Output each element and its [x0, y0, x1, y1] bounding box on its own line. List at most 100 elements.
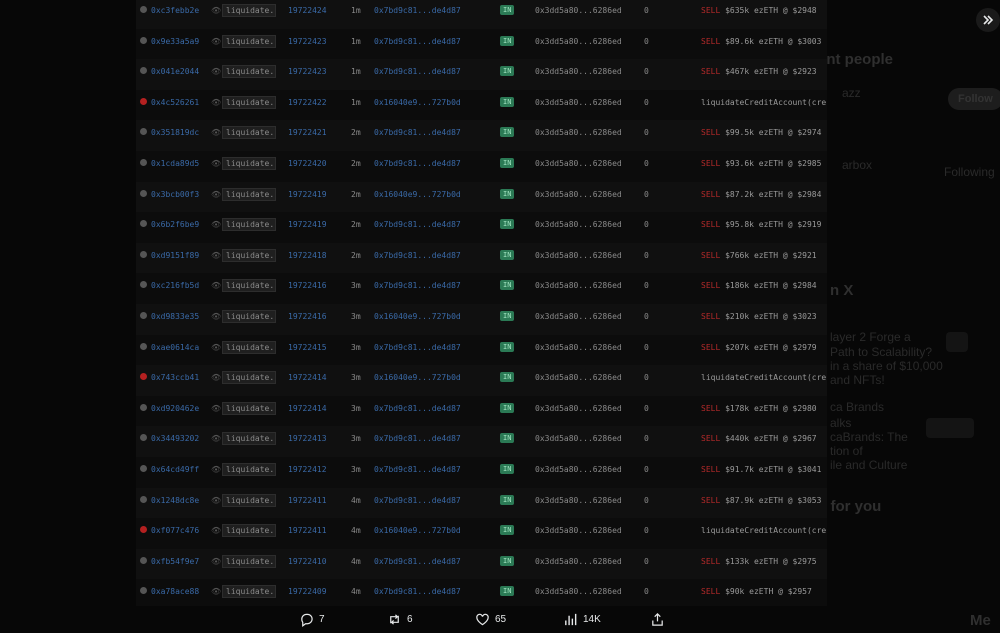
tx-hash-link[interactable]: 0x1248dc8e: [151, 496, 199, 505]
like-button[interactable]: 65: [475, 612, 506, 627]
block-link[interactable]: 19722420: [288, 159, 327, 168]
tx-hash-link[interactable]: 0xd9151f89: [151, 251, 199, 260]
from-address-link[interactable]: 0x7bd9c81...de4d87: [374, 67, 461, 76]
preview-eye-icon[interactable]: 👁︎: [211, 220, 221, 229]
block-link[interactable]: 19722416: [288, 312, 327, 321]
from-address-link[interactable]: 0x7bd9c81...de4d87: [374, 434, 461, 443]
block-link[interactable]: 19722424: [288, 6, 327, 15]
preview-eye-icon[interactable]: 👁︎: [211, 373, 221, 382]
preview-eye-icon[interactable]: 👁︎: [211, 281, 221, 290]
tx-hash-link[interactable]: 0xa78ace88: [151, 587, 199, 596]
to-address[interactable]: 0x3dd5a80...6286ed: [535, 557, 622, 566]
to-address[interactable]: 0x3dd5a80...6286ed: [535, 281, 622, 290]
table-row[interactable]: 0xfb54f9e7 👁︎liquidate... 19722410 4m 0x7bd9…: [136, 548, 827, 580]
preview-eye-icon[interactable]: 👁︎: [211, 434, 221, 443]
tx-hash-link[interactable]: 0x9e33a5a9: [151, 37, 199, 46]
table-row[interactable]: 0xd9833e35 👁︎liquidate... 19722416 3m 0x1604…: [136, 304, 827, 335]
preview-eye-icon[interactable]: 👁︎: [211, 6, 221, 15]
from-address-link[interactable]: 0x16040e9...727b0d: [374, 373, 461, 382]
table-row[interactable]: 0xa78ace88 👁︎liquidate... 19722409 4m 0x7bd9…: [136, 579, 827, 606]
from-address-link[interactable]: 0x16040e9...727b0d: [374, 98, 461, 107]
block-link[interactable]: 19722422: [288, 98, 327, 107]
table-row[interactable]: 0x743ccb41 👁︎liquidate... 19722414 3m 0x1604…: [136, 365, 827, 396]
to-address[interactable]: 0x3dd5a80...6286ed: [535, 251, 622, 260]
table-row[interactable]: 0x041e2044 👁︎liquidate... 19722423 1m 0x7bd9…: [136, 59, 827, 90]
preview-eye-icon[interactable]: 👁︎: [211, 404, 221, 413]
preview-eye-icon[interactable]: 👁︎: [211, 465, 221, 474]
from-address-link[interactable]: 0x7bd9c81...de4d87: [374, 37, 461, 46]
from-address-link[interactable]: 0x7bd9c81...de4d87: [374, 281, 461, 290]
block-link[interactable]: 19722410: [288, 557, 327, 566]
block-link[interactable]: 19722416: [288, 281, 327, 290]
table-row[interactable]: 0x34493202 👁︎liquidate... 19722413 3m 0x7bd9…: [136, 426, 827, 457]
tx-hash-link[interactable]: 0xc3febb2e: [151, 6, 199, 15]
to-address[interactable]: 0x3dd5a80...6286ed: [535, 159, 622, 168]
from-address-link[interactable]: 0x7bd9c81...de4d87: [374, 496, 461, 505]
to-address[interactable]: 0x3dd5a80...6286ed: [535, 343, 622, 352]
to-address[interactable]: 0x3dd5a80...6286ed: [535, 312, 622, 321]
from-address-link[interactable]: 0x16040e9...727b0d: [374, 312, 461, 321]
table-row[interactable]: 0x1cda89d5 👁︎liquidate... 19722420 2m 0x7bd9…: [136, 151, 827, 182]
tx-hash-link[interactable]: 0x351819dc: [151, 128, 199, 137]
table-row[interactable]: 0x4c526261 👁︎liquidate... 19722422 1m 0x1604…: [136, 89, 827, 121]
to-address[interactable]: 0x3dd5a80...6286ed: [535, 67, 622, 76]
to-address[interactable]: 0x3dd5a80...6286ed: [535, 496, 622, 505]
to-address[interactable]: 0x3dd5a80...6286ed: [535, 128, 622, 137]
block-link[interactable]: 19722418: [288, 251, 327, 260]
table-row[interactable]: 0xf077c476 👁︎liquidate... 19722411 4m 0x1604…: [136, 518, 827, 549]
share-button[interactable]: [650, 612, 665, 627]
from-address-link[interactable]: 0x16040e9...727b0d: [374, 190, 461, 199]
bg-follow-button[interactable]: Follow: [948, 88, 1000, 110]
preview-eye-icon[interactable]: 👁︎: [211, 557, 221, 566]
block-link[interactable]: 19722415: [288, 343, 327, 352]
to-address[interactable]: 0x3dd5a80...6286ed: [535, 220, 622, 229]
to-address[interactable]: 0x3dd5a80...6286ed: [535, 434, 622, 443]
preview-eye-icon[interactable]: 👁︎: [211, 37, 221, 46]
from-address-link[interactable]: 0x7bd9c81...de4d87: [374, 587, 461, 596]
from-address-link[interactable]: 0x7bd9c81...de4d87: [374, 404, 461, 413]
block-link[interactable]: 19722414: [288, 373, 327, 382]
to-address[interactable]: 0x3dd5a80...6286ed: [535, 98, 622, 107]
preview-eye-icon[interactable]: 👁︎: [211, 496, 221, 505]
expand-panel-button[interactable]: [976, 8, 1000, 32]
to-address[interactable]: 0x3dd5a80...6286ed: [535, 465, 622, 474]
preview-eye-icon[interactable]: 👁︎: [211, 251, 221, 260]
table-row[interactable]: 0x351819dc 👁︎liquidate... 19722421 2m 0x7bd9…: [136, 120, 827, 151]
tx-hash-link[interactable]: 0xae0614ca: [151, 343, 199, 352]
table-row[interactable]: 0xd9151f89 👁︎liquidate... 19722418 2m 0x7bd9…: [136, 242, 827, 274]
to-address[interactable]: 0x3dd5a80...6286ed: [535, 526, 622, 535]
preview-eye-icon[interactable]: 👁︎: [211, 312, 221, 321]
from-address-link[interactable]: 0x7bd9c81...de4d87: [374, 465, 461, 474]
block-link[interactable]: 19722411: [288, 496, 327, 505]
preview-eye-icon[interactable]: 👁︎: [211, 343, 221, 352]
from-address-link[interactable]: 0x7bd9c81...de4d87: [374, 128, 461, 137]
table-row[interactable]: 0x3bcb00f3 👁︎liquidate... 19722419 2m 0x1604…: [136, 181, 827, 213]
to-address[interactable]: 0x3dd5a80...6286ed: [535, 587, 622, 596]
preview-eye-icon[interactable]: 👁︎: [211, 159, 221, 168]
block-link[interactable]: 19722419: [288, 220, 327, 229]
tx-hash-link[interactable]: 0x34493202: [151, 434, 199, 443]
tx-hash-link[interactable]: 0x743ccb41: [151, 373, 199, 382]
from-address-link[interactable]: 0x7bd9c81...de4d87: [374, 343, 461, 352]
tx-hash-link[interactable]: 0xc216fb5d: [151, 281, 199, 290]
to-address[interactable]: 0x3dd5a80...6286ed: [535, 404, 622, 413]
from-address-link[interactable]: 0x7bd9c81...de4d87: [374, 220, 461, 229]
from-address-link[interactable]: 0x7bd9c81...de4d87: [374, 251, 461, 260]
reply-button[interactable]: 7: [299, 612, 325, 627]
tx-hash-link[interactable]: 0x64cd49ff: [151, 465, 199, 474]
tx-hash-link[interactable]: 0x1cda89d5: [151, 159, 199, 168]
block-link[interactable]: 19722412: [288, 465, 327, 474]
tx-hash-link[interactable]: 0xf077c476: [151, 526, 199, 535]
table-row[interactable]: 0xd920462e 👁︎liquidate... 19722414 3m 0x7bd9…: [136, 395, 827, 427]
from-address-link[interactable]: 0x7bd9c81...de4d87: [374, 557, 461, 566]
tx-hash-link[interactable]: 0xd9833e35: [151, 312, 199, 321]
block-link[interactable]: 19722419: [288, 190, 327, 199]
table-row[interactable]: 0xae0614ca 👁︎liquidate... 19722415 3m 0x7bd9…: [136, 334, 827, 366]
table-row[interactable]: 0xc3febb2e 👁︎liquidate... 19722424 1m 0x7bd9…: [136, 0, 827, 29]
block-link[interactable]: 19722413: [288, 434, 327, 443]
tx-hash-link[interactable]: 0xd920462e: [151, 404, 199, 413]
block-link[interactable]: 19722421: [288, 128, 327, 137]
preview-eye-icon[interactable]: 👁︎: [211, 67, 221, 76]
tx-hash-link[interactable]: 0x4c526261: [151, 98, 199, 107]
from-address-link[interactable]: 0x16040e9...727b0d: [374, 526, 461, 535]
